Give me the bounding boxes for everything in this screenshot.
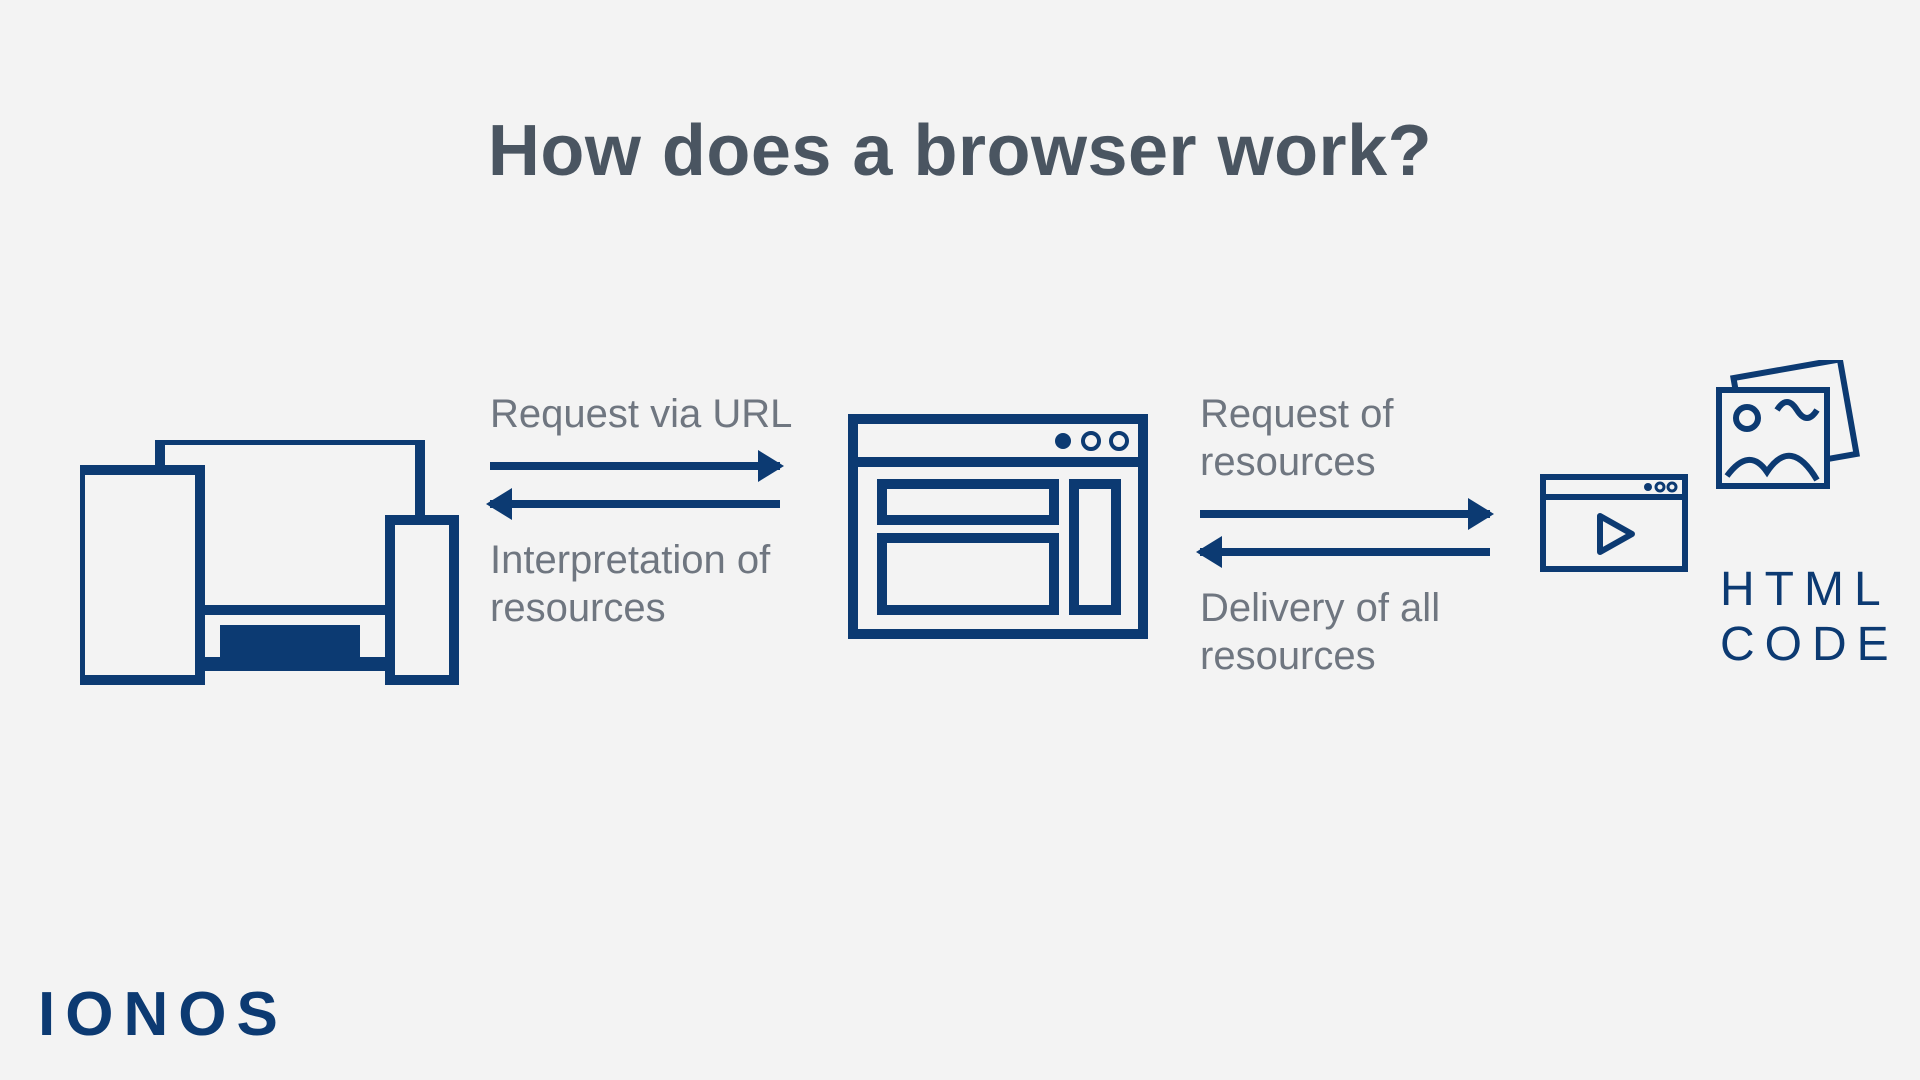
brand-logo: IONOS (38, 979, 288, 1050)
arrow-right-icon (1200, 504, 1490, 524)
label-delivery-resources: Delivery of all resources (1200, 584, 1500, 680)
diagram-canvas: Request via URL Interpretation of resour… (0, 360, 1920, 800)
label-interpretation: Interpretation of resources (490, 536, 810, 632)
arrow-left-icon (1200, 542, 1490, 562)
arrow-left-icon (490, 494, 780, 514)
flow-browser-server: Request of resources Delivery of all res… (1200, 390, 1500, 680)
label-request-url: Request via URL (490, 390, 810, 438)
resources-group: HTML CODE (1540, 360, 1870, 590)
flow-client-browser: Request via URL Interpretation of resour… (490, 390, 810, 632)
browser-window-icon (848, 414, 1148, 639)
label-html-code: HTML CODE (1720, 562, 1899, 672)
label-request-resources: Request of resources (1200, 390, 1500, 486)
arrow-right-icon (490, 456, 780, 476)
diagram-title: How does a browser work? (0, 110, 1920, 192)
devices-icon (80, 440, 460, 700)
